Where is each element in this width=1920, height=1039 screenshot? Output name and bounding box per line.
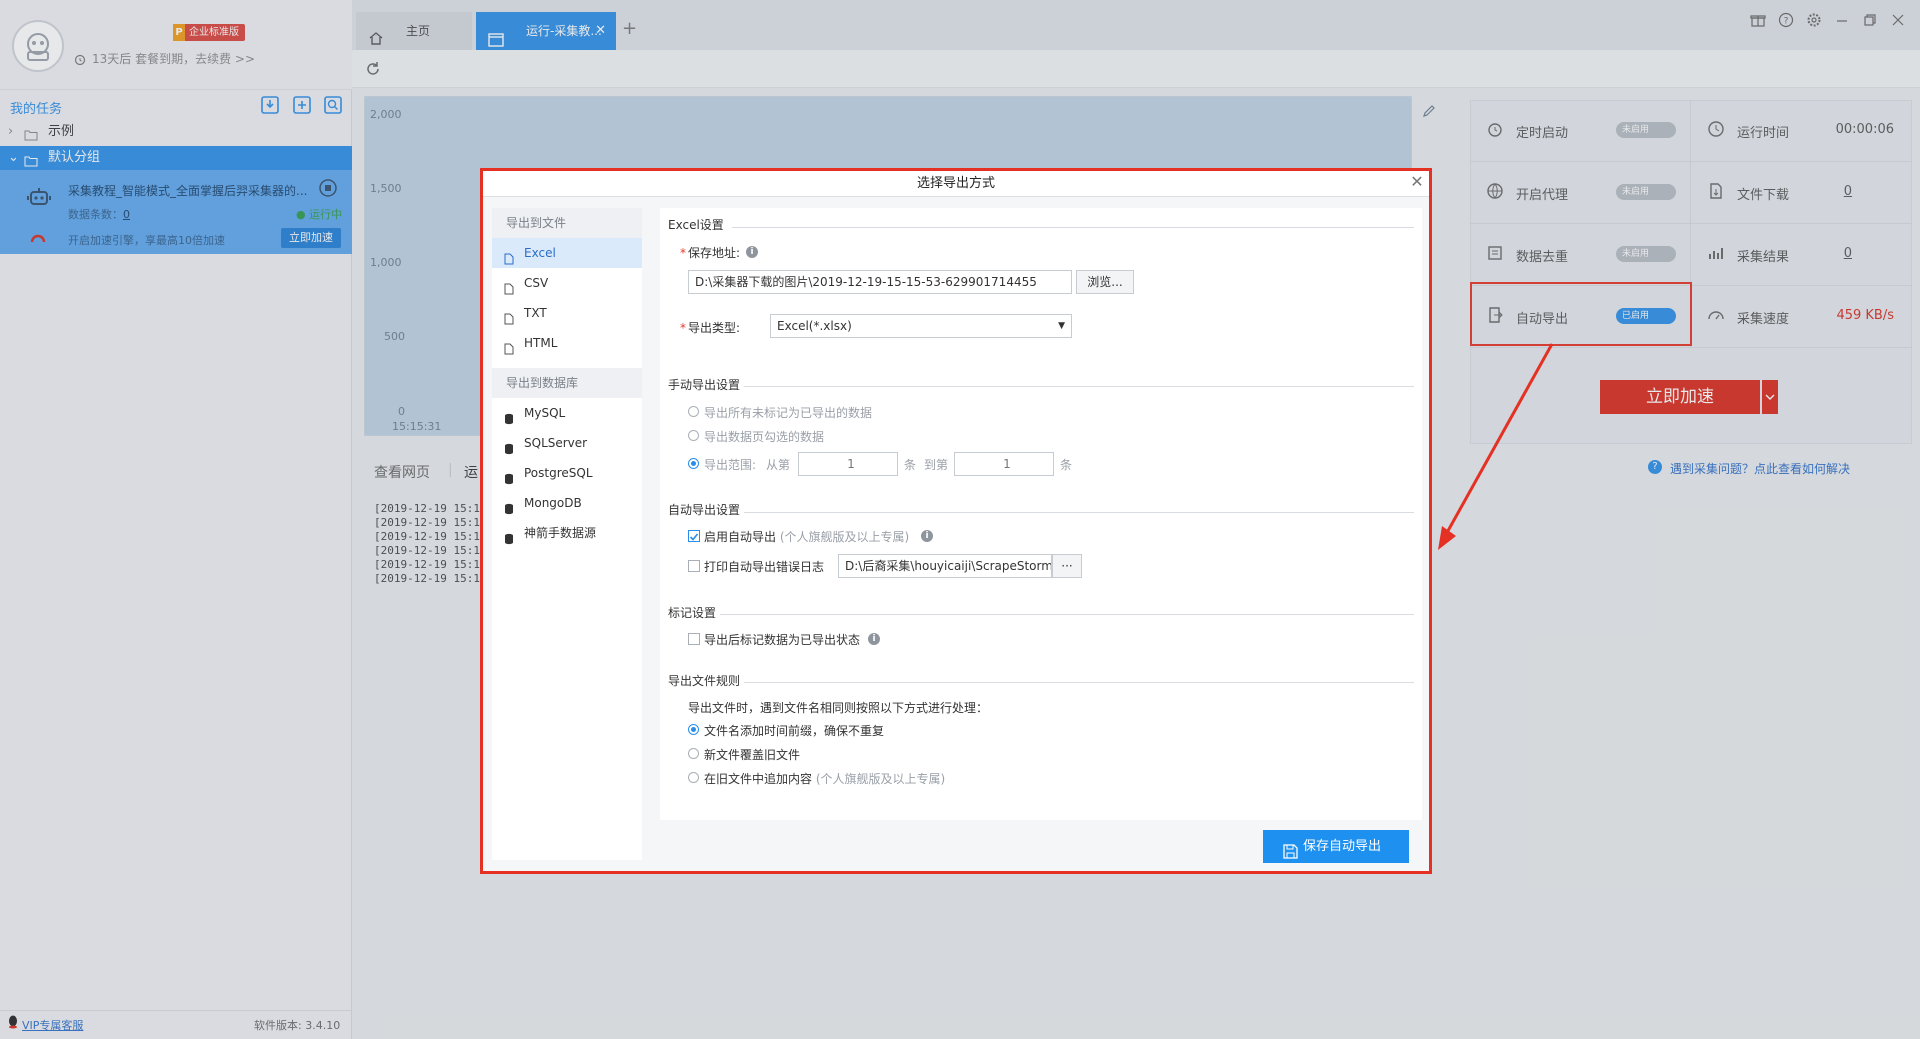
excel-settings-title: Excel设置 (668, 218, 724, 232)
nav-item-postgresql[interactable]: PostgreSQL (492, 458, 642, 488)
info-icon[interactable]: i (746, 246, 758, 258)
range-from-input[interactable]: 1 (798, 452, 898, 476)
annotation-arrow (1438, 343, 1554, 550)
save-icon (1283, 839, 1298, 872)
save-path-input[interactable]: D:\采集器下载的图片\2019-12-19-15-15-53-62990171… (688, 270, 1072, 294)
radio-export-all[interactable] (688, 406, 699, 417)
export-all-label: 导出所有未标记为已导出的数据 (704, 406, 873, 420)
divider (744, 512, 1414, 513)
nav-section-db: 导出到数据库 (492, 368, 642, 398)
mark-settings-title: 标记设置 (668, 606, 717, 620)
file-rules-description: 导出文件时，遇到文件名相同则按照以下方式进行处理： (688, 701, 989, 715)
mark-exported-checkbox[interactable] (688, 633, 700, 645)
auto-export-title: 自动导出设置 (668, 503, 741, 517)
export-type-label: * 导出类型: (680, 321, 741, 335)
radio-add-timestamp[interactable] (688, 724, 699, 735)
export-type-select[interactable]: Excel(*.xlsx) ▼ (770, 314, 1072, 338)
from-label: 从第 (766, 458, 791, 472)
nav-item-sqlserver[interactable]: SQLServer (492, 428, 642, 458)
close-icon[interactable]: ✕ (1408, 173, 1426, 191)
divider (720, 614, 1414, 615)
nav-section-file: 导出到文件 (492, 208, 642, 238)
nav-item-mysql[interactable]: MySQL (492, 398, 642, 428)
radio-export-range[interactable] (688, 458, 699, 469)
error-log-path-input[interactable]: D:\后裔采集\houyicaiji\ScrapeStorm\c (838, 554, 1052, 578)
file-rules-title: 导出文件规则 (668, 674, 741, 688)
export-nav: 导出到文件 Excel CSV TXT HTML 导出到数据库 MySQL SQ… (492, 208, 642, 860)
nav-item-csv[interactable]: CSV (492, 268, 642, 298)
dropdown-arrow-icon: ▼ (1058, 321, 1065, 331)
divider (744, 386, 1414, 387)
export-settings-panel: Excel设置 * 保存地址: i D:\采集器下载的图片\2019-12-19-… (660, 208, 1422, 820)
nav-item-html[interactable]: HTML (492, 328, 642, 358)
radio-export-selected[interactable] (688, 430, 699, 441)
nav-item-shenjianshou[interactable]: 神箭手数据源 (492, 518, 642, 548)
nav-item-excel[interactable]: Excel (492, 238, 642, 268)
unit-label: 条 (1060, 458, 1073, 472)
info-icon[interactable]: i (868, 633, 880, 645)
file-icon (504, 336, 514, 366)
export-range-label: 导出范围: (704, 458, 757, 472)
database-icon (504, 526, 514, 556)
export-selected-label: 导出数据页勾选的数据 (704, 430, 825, 444)
radio-append[interactable] (688, 772, 699, 783)
mark-exported-label: 导出后标记数据为已导出状态 (704, 633, 861, 647)
enable-auto-export-checkbox[interactable] (688, 530, 700, 542)
error-log-browse-button[interactable]: ··· (1052, 554, 1082, 578)
to-label: 到第 (924, 458, 949, 472)
append-label: 在旧文件中追加内容 (个人旗舰版及以上专属) (704, 772, 946, 786)
enable-auto-export-label: 启用自动导出 (个人旗舰版及以上专属) (704, 530, 910, 544)
range-to-input[interactable]: 1 (954, 452, 1054, 476)
error-log-label: 打印自动导出错误日志 (704, 560, 825, 574)
divider (744, 682, 1414, 683)
manual-export-title: 手动导出设置 (668, 378, 741, 392)
nav-item-txt[interactable]: TXT (492, 298, 642, 328)
error-log-checkbox[interactable] (688, 560, 700, 572)
radio-overwrite[interactable] (688, 748, 699, 759)
info-icon[interactable]: i (921, 530, 933, 542)
nav-item-mongodb[interactable]: MongoDB (492, 488, 642, 518)
overwrite-label: 新文件覆盖旧文件 (704, 748, 801, 762)
save-path-label: * 保存地址: (680, 246, 741, 260)
add-timestamp-label: 文件名添加时间前缀，确保不重复 (704, 724, 885, 738)
unit-label: 条 (904, 458, 917, 472)
divider (732, 227, 1414, 228)
save-auto-export-button[interactable]: 保存自动导出 (1263, 830, 1409, 863)
dialog-title: 选择导出方式 (483, 171, 1429, 197)
browse-button[interactable]: 浏览... (1076, 270, 1134, 294)
